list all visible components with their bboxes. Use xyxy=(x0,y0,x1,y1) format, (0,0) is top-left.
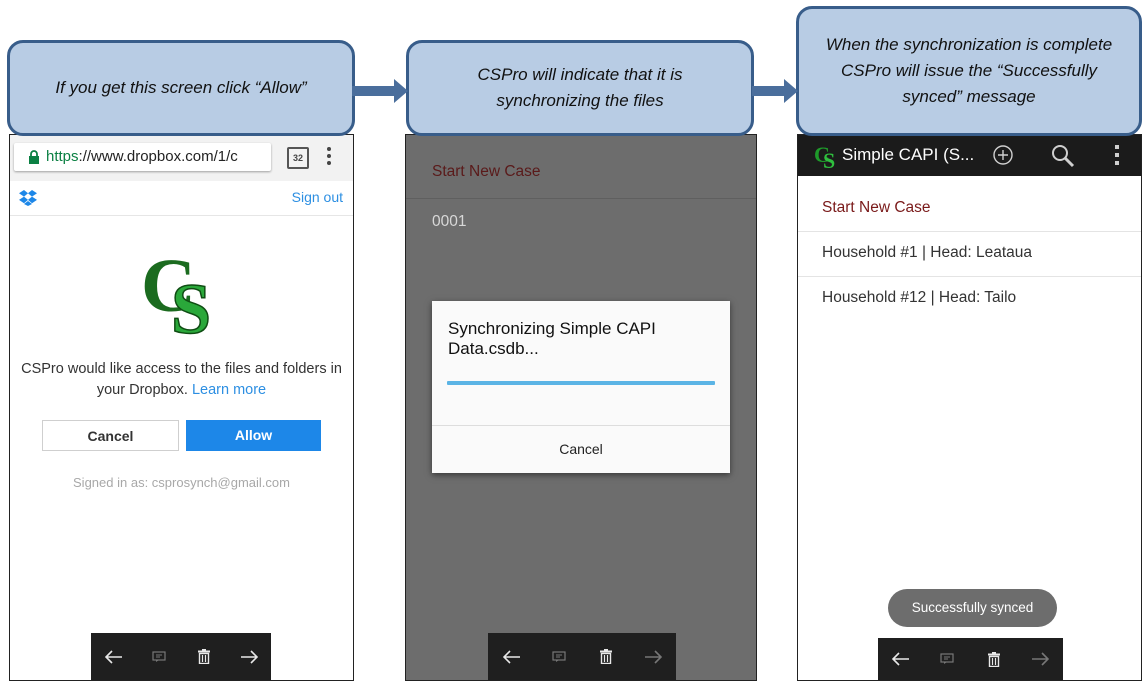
case-list-item[interactable]: Household #1 | Head: Leataua xyxy=(822,244,1032,262)
signed-in-as: Signed in as: csprosynch@gmail.com xyxy=(73,475,290,490)
notes-icon[interactable] xyxy=(932,644,962,674)
case-navigation-bar xyxy=(488,633,676,680)
sync-complete-screen: C S Simple CAPI (S... Start New Case Hou… xyxy=(797,134,1142,681)
sign-out-link[interactable]: Sign out xyxy=(292,189,343,205)
delete-icon[interactable] xyxy=(979,644,1009,674)
sync-progress-bar xyxy=(447,381,715,385)
svg-text:S: S xyxy=(823,148,835,170)
app-title: Simple CAPI (S... xyxy=(842,145,975,164)
notes-icon[interactable] xyxy=(544,642,574,672)
forward-arrow-icon[interactable] xyxy=(234,642,264,672)
case-navigation-bar xyxy=(91,633,271,680)
lock-icon xyxy=(29,150,39,165)
dropbox-icon xyxy=(19,190,37,206)
notes-icon[interactable] xyxy=(144,642,174,672)
cancel-button[interactable]: Cancel xyxy=(42,420,179,451)
add-case-icon[interactable] xyxy=(992,144,1014,166)
list-divider xyxy=(406,198,756,199)
callout-step-2: CSPro will indicate that it is synchroni… xyxy=(406,40,754,136)
list-divider xyxy=(798,276,1141,277)
case-list-item[interactable]: 0001 xyxy=(432,213,466,231)
cspro-logo: C S xyxy=(141,244,212,335)
dialog-cancel-button[interactable]: Cancel xyxy=(432,426,730,473)
success-toast: Successfully synced xyxy=(888,589,1057,627)
overflow-menu-icon[interactable] xyxy=(1114,145,1120,165)
access-request-text: CSPro would like access to the files and… xyxy=(10,359,353,401)
search-icon[interactable] xyxy=(1050,143,1076,169)
back-arrow-icon[interactable] xyxy=(99,642,129,672)
back-arrow-icon[interactable] xyxy=(497,642,527,672)
url-text: ://www.dropbox.com/1/c xyxy=(78,148,238,165)
sync-dialog-title: Synchronizing Simple CAPI Data.csdb... xyxy=(448,319,656,358)
delete-icon[interactable] xyxy=(591,642,621,672)
synchronizing-screen: Start New Case 0001 Synchronizing Simple… xyxy=(405,134,757,681)
start-new-case-item[interactable]: Start New Case xyxy=(432,163,541,181)
connector-arrow-1 xyxy=(352,79,408,103)
app-action-bar: C S Simple CAPI (S... xyxy=(798,135,1141,176)
dropbox-auth-screen: https://www.dropbox.com/1/c 32 Sign out … xyxy=(9,134,354,681)
callout-step-1-text: If you get this screen click “Allow” xyxy=(55,78,307,97)
cspro-app-icon: C S xyxy=(814,142,835,170)
dropbox-header: Sign out xyxy=(10,181,353,216)
case-list-item[interactable]: Household #12 | Head: Tailo xyxy=(822,289,1016,307)
allow-button[interactable]: Allow xyxy=(186,420,321,451)
url-scheme: https xyxy=(46,148,79,165)
url-bar[interactable]: https://www.dropbox.com/1/c xyxy=(14,143,271,171)
callout-step-2-text: CSPro will indicate that it is synchroni… xyxy=(477,65,683,110)
callout-step-1: If you get this screen click “Allow” xyxy=(7,40,355,136)
tab-count-button[interactable]: 32 xyxy=(287,147,309,169)
sync-progress-dialog: Synchronizing Simple CAPI Data.csdb... C… xyxy=(432,301,730,473)
browser-menu-icon[interactable] xyxy=(326,145,332,169)
delete-icon[interactable] xyxy=(189,642,219,672)
start-new-case-item[interactable]: Start New Case xyxy=(822,199,931,217)
callout-step-3: When the synchronization is complete CSP… xyxy=(796,6,1142,136)
access-request-message: CSPro would like access to the files and… xyxy=(21,361,342,398)
list-divider xyxy=(798,231,1141,232)
connector-arrow-2 xyxy=(752,79,798,103)
svg-text:S: S xyxy=(171,269,211,335)
learn-more-link[interactable]: Learn more xyxy=(192,382,266,398)
case-navigation-bar xyxy=(878,638,1063,680)
callout-step-3-text: When the synchronization is complete CSP… xyxy=(825,35,1113,106)
forward-arrow-icon[interactable] xyxy=(638,642,668,672)
browser-toolbar: https://www.dropbox.com/1/c 32 xyxy=(10,135,353,181)
forward-arrow-icon[interactable] xyxy=(1025,644,1055,674)
back-arrow-icon[interactable] xyxy=(886,644,916,674)
